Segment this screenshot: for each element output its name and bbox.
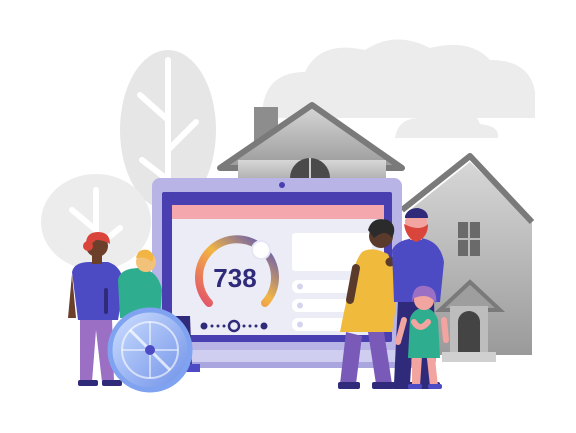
credit-score-value: 738 [213, 263, 256, 293]
credit-score-family-illustration: 738 [41, 39, 535, 393]
